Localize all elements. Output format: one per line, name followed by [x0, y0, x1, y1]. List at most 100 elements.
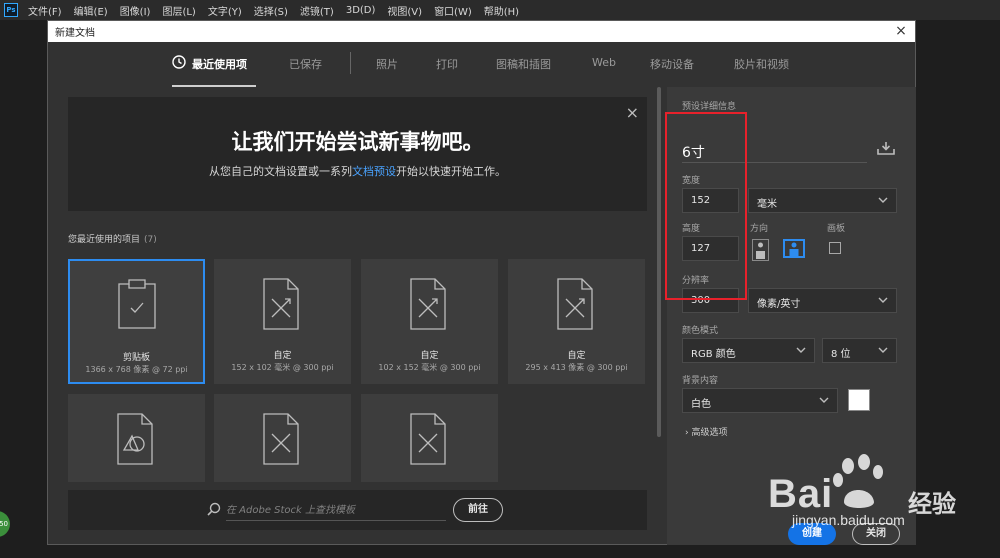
clock-icon: [172, 55, 186, 69]
dialog-titlebar: 新建文档 ×: [48, 21, 915, 42]
tab-photo[interactable]: 照片: [376, 56, 398, 72]
resolution-unit-select[interactable]: 像素/英寸: [748, 288, 897, 313]
recent-card-custom[interactable]: [361, 394, 498, 482]
background-color-swatch[interactable]: [848, 389, 870, 411]
watermark-brand: Bai: [768, 472, 834, 516]
recent-items-text: 您最近使用的项目: [68, 235, 141, 245]
tab-web[interactable]: Web: [592, 56, 616, 69]
resolution-unit-value: 像素/英寸: [757, 299, 801, 310]
menu-edit[interactable]: 编辑(E): [74, 3, 108, 18]
recent-items-count: (7): [144, 235, 157, 245]
adobe-stock-search-bar: 前往: [68, 490, 647, 530]
tab-print[interactable]: 打印: [436, 56, 458, 72]
preset-details-label: 预设详细信息: [682, 102, 737, 112]
dialog-close-icon[interactable]: ×: [893, 23, 909, 39]
clipboard-icon: [118, 279, 156, 329]
search-icon: [207, 502, 221, 516]
menu-filter[interactable]: 滤镜(T): [300, 3, 334, 18]
color-mode-select[interactable]: RGB 颜色: [682, 338, 815, 363]
tab-saved[interactable]: 已保存: [289, 56, 322, 72]
chevron-down-icon: [819, 397, 829, 403]
recent-card-custom[interactable]: 自定 295 x 413 像素 @ 300 ppi: [508, 259, 645, 384]
menu-type[interactable]: 文字(Y): [208, 3, 242, 18]
orientation-label: 方向: [750, 224, 769, 234]
stock-go-button[interactable]: 前往: [453, 498, 503, 522]
background-value: 白色: [691, 399, 711, 410]
banner-title: 让我们开始尝试新事物吧。: [231, 130, 484, 154]
menu-image[interactable]: 图像(I): [120, 3, 151, 18]
search-underline: [226, 520, 446, 521]
menu-file[interactable]: 文件(F): [28, 3, 62, 18]
card-size: 102 x 152 毫米 @ 300 ppi: [378, 363, 481, 372]
recent-scrollbar[interactable]: [657, 87, 661, 437]
bit-depth-value: 8 位: [831, 349, 851, 360]
bit-depth-select[interactable]: 8 位: [822, 338, 897, 363]
tab-film-video[interactable]: 胶片和视频: [734, 56, 789, 72]
recent-card-shapes[interactable]: [68, 394, 205, 482]
banner-subtitle: 从您自己的文档设置或一系列文档预设开始以快速开始工作。: [68, 163, 647, 179]
artboard-checkbox[interactable]: [829, 242, 841, 254]
app-menubar: Ps 文件(F) 编辑(E) 图像(I) 图层(L) 文字(Y) 选择(S) 滤…: [0, 0, 1000, 20]
stock-search-input[interactable]: [226, 502, 446, 518]
document-shapes-icon: [117, 413, 153, 465]
person-portrait-icon: [756, 242, 765, 259]
recent-card-clipboard[interactable]: 剪贴板 1366 x 768 像素 @ 72 ppi: [68, 259, 205, 384]
artboard-label: 画板: [827, 224, 846, 234]
speed-badge: 50: [0, 511, 10, 537]
document-presets-link[interactable]: 文档预设: [352, 165, 396, 178]
advanced-options-toggle[interactable]: › 高级选项: [685, 425, 728, 438]
banner-subtitle-text-end: 开始以快速开始工作。: [396, 165, 506, 178]
color-mode-label: 颜色模式: [682, 326, 719, 336]
card-name: 自定: [567, 351, 586, 361]
menu-layer[interactable]: 图层(L): [162, 3, 195, 18]
recent-card-custom[interactable]: 自定 102 x 152 毫米 @ 300 ppi: [361, 259, 498, 384]
menu-3d[interactable]: 3D(D): [346, 5, 376, 16]
orientation-landscape-button[interactable]: [783, 239, 805, 258]
chevron-right-icon: ›: [685, 428, 689, 438]
tab-separator: [350, 52, 351, 74]
width-unit-value: 毫米: [757, 199, 777, 210]
advanced-options-label: 高级选项: [691, 428, 728, 438]
dialog-title: 新建文档: [55, 28, 95, 39]
welcome-banner: 让我们开始尝试新事物吧。 从您自己的文档设置或一系列文档预设开始以快速开始工作。…: [68, 97, 647, 211]
chevron-down-icon: [796, 347, 806, 353]
tab-art-illustration[interactable]: 图稿和插图: [496, 56, 551, 72]
card-name: 自定: [420, 351, 439, 361]
width-unit-select[interactable]: 毫米: [748, 188, 897, 213]
recent-card-custom[interactable]: 自定 152 x 102 毫米 @ 300 ppi: [214, 259, 351, 384]
banner-subtitle-text: 从您自己的文档设置或一系列: [209, 165, 352, 178]
annotation-highlight-box: [665, 112, 747, 300]
card-size: 295 x 413 像素 @ 300 ppi: [525, 363, 628, 372]
menu-select[interactable]: 选择(S): [254, 3, 288, 18]
background-select[interactable]: 白色: [682, 388, 838, 413]
menu-help[interactable]: 帮助(H): [484, 3, 519, 18]
card-size: 152 x 102 毫米 @ 300 ppi: [231, 363, 334, 372]
baidu-jingyan-watermark: Bai 经验 jingyan.baidu.com: [768, 452, 988, 552]
tab-mobile[interactable]: 移动设备: [650, 56, 694, 72]
watermark-url: jingyan.baidu.com: [792, 512, 905, 528]
chevron-down-icon: [878, 197, 888, 203]
card-name: 剪贴板: [122, 353, 150, 363]
card-name: 自定: [273, 351, 292, 361]
person-landscape-icon: [789, 242, 799, 256]
card-size: 1366 x 768 像素 @ 72 ppi: [85, 365, 188, 374]
recent-items-label: 您最近使用的项目 (7): [68, 232, 157, 245]
chevron-down-icon: [878, 347, 888, 353]
document-brush-icon: [557, 278, 593, 330]
orientation-portrait-button[interactable]: [752, 239, 769, 261]
preset-tabs: 最近使用项 已保存 照片 打印 图稿和插图 Web 移动设备 胶片和视频: [48, 42, 915, 86]
banner-close-icon[interactable]: ×: [626, 103, 639, 122]
active-tab-indicator: [172, 85, 256, 87]
save-preset-icon[interactable]: [877, 141, 895, 155]
color-mode-value: RGB 颜色: [691, 349, 736, 360]
chevron-down-icon: [878, 297, 888, 303]
document-brush-icon: [263, 413, 299, 465]
recent-card-custom[interactable]: [214, 394, 351, 482]
background-label: 背景内容: [682, 376, 719, 386]
watermark-brand-jingyan: 经验: [908, 490, 956, 518]
menu-view[interactable]: 视图(V): [387, 3, 422, 18]
tab-recent[interactable]: 最近使用项: [192, 56, 247, 72]
document-brush-icon: [263, 278, 299, 330]
menu-window[interactable]: 窗口(W): [434, 3, 472, 18]
document-brush-icon: [410, 413, 446, 465]
